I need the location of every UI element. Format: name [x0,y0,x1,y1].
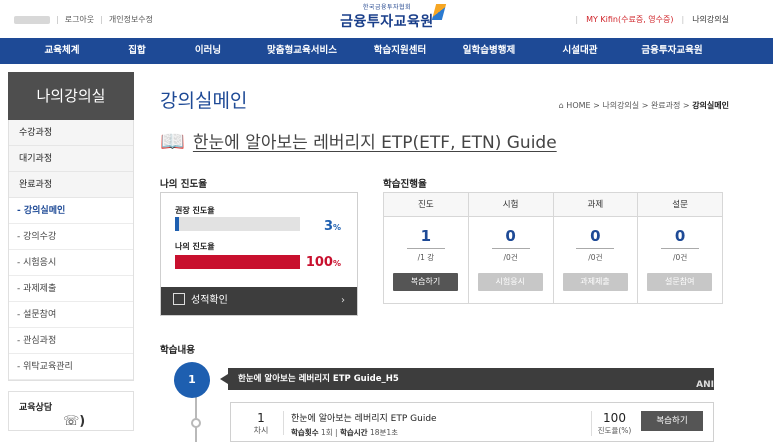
chapter-title-bar[interactable]: 한눈에 알아보는 레버리지 ETP Guide_H5 ANI [220,368,714,390]
consult-label: 교육상담 [19,403,53,413]
status-denominator: /1 강 [417,253,435,262]
grade-check-button[interactable]: 성적확인 › [161,287,357,315]
chapter-title: 한눈에 알아보는 레버리지 ETP Guide_H5 [238,374,399,384]
lesson-info: 한눈에 알아보는 레버리지 ETP Guide 학습횟수 1회 | 학습시간 1… [291,411,437,438]
consult-box[interactable]: 교육상담 ☏) [8,391,134,431]
sidebar-sub-consignment[interactable]: - 위탁교육관리 [9,354,133,380]
ani-badge: ANI [696,380,714,390]
sidebar-sub-survey[interactable]: - 설문참여 [9,302,133,328]
my-lecture-link[interactable]: 나의강의실 [692,14,729,25]
logout-link[interactable]: 로그아웃 [65,14,94,25]
survey-button[interactable]: 설문참여 [647,273,713,291]
lesson-progress: 100 진도율(%) [591,411,637,436]
status-value: 0 [505,227,516,245]
breadcrumb-current: 강의실메인 [692,101,729,110]
nav-item-custom-service[interactable]: 맞춤형교육서비스 [248,38,356,64]
my-progress-value: 100% [305,255,341,270]
status-col-assignment: 과제 0 /0건 과제제출 [553,193,639,303]
sidebar-menu: 수강과정 대기과정 완료과정 - 강의실메인 - 강의수강 - 시험응시 - 과… [8,120,134,381]
learning-status-label: 학습진행율 [383,179,427,190]
status-col-progress: 진도 1 /1 강 복습하기 [384,193,469,303]
sidebar-sub-exam[interactable]: - 시험응시 [9,250,133,276]
phone-icon: ☏) [63,414,86,429]
sidebar-item-enrolled[interactable]: 수강과정 [9,120,133,146]
nav-item-work-study[interactable]: 일학습병행제 [444,38,534,64]
top-utility-bar: | 로그아웃 | 개인정보수정 한국금융투자협회 금융투자교육원 | MY Ki… [0,0,773,38]
main-nav: 교육체계 집합 이러닝 맞춤형교육서비스 학습지원센터 일학습병행제 시설대관 … [0,38,773,64]
page-title: 강의실메인 [160,90,248,112]
sidebar-sub-interest[interactable]: - 관심과정 [9,328,133,354]
status-header: 설문 [638,193,722,217]
site-logo[interactable]: 한국금융투자협회 금융투자교육원 [322,2,452,31]
user-name-redacted [14,15,50,24]
course-title-row: 📖 한눈에 알아보는 레버리지 ETP(ETF, ETN) Guide [160,128,557,154]
sidebar-item-completed[interactable]: 완료과정 [9,172,133,198]
lesson-number: 1 차시 [253,411,269,435]
sidebar-title: 나의강의실 [8,72,134,120]
sidebar-sub-lecture[interactable]: - 강의수강 [9,224,133,250]
progress-box: 권장 진도율 3% 나의 진도율 100% 성적확인 › [160,192,358,316]
timeline-node [191,418,201,428]
review-button[interactable]: 복습하기 [393,273,458,291]
book-icon: 📖 [160,128,185,153]
sidebar: 나의강의실 수강과정 대기과정 완료과정 - 강의실메인 - 강의수강 - 시험… [8,72,134,442]
status-value: 0 [590,227,601,245]
status-header: 진도 [384,193,468,217]
nav-item-learning-support[interactable]: 학습지원센터 [356,38,444,64]
learning-status-table: 진도 1 /1 강 복습하기 시험 0 /0건 시험응시 과제 0 /0건 과제… [383,192,723,304]
nav-item-curriculum[interactable]: 교육체계 [18,38,106,64]
privacy-link[interactable]: 개인정보수정 [109,14,153,25]
status-col-survey: 설문 0 /0건 설문참여 [638,193,722,303]
status-header: 시험 [468,193,553,217]
logo-subtitle: 한국금융투자협회 [362,4,412,11]
breadcrumb-path[interactable]: HOME > 나의강의실 > 완료과정 > [566,101,692,110]
sidebar-sub-assignment[interactable]: - 과제제출 [9,276,133,302]
lesson-review-button[interactable]: 복습하기 [641,411,703,431]
status-denominator: /0건 [588,253,603,262]
my-progress-fill [175,255,300,269]
status-header: 과제 [553,193,638,217]
nav-item-elearning[interactable]: 이러닝 [168,38,248,64]
user-links: | 로그아웃 | 개인정보수정 [14,14,153,25]
assignment-button[interactable]: 과제제출 [562,273,628,291]
lesson-row: 1 차시 한눈에 알아보는 레버리지 ETP Guide 학습횟수 1회 | 학… [230,402,714,442]
mykifin-link[interactable]: MY Kifin(수료증, 영수증) [586,14,673,25]
my-progress-label: 나의 진도율 [160,179,208,190]
recommended-progress-bar [175,217,300,231]
lesson-name[interactable]: 한눈에 알아보는 레버리지 ETP Guide [291,411,437,424]
status-value: 1 [420,227,432,245]
my-progress-bar [175,255,300,269]
status-denominator: /0건 [503,253,518,262]
chapter-number-badge: 1 [174,362,210,398]
sidebar-item-waiting[interactable]: 대기과정 [9,146,133,172]
lesson-meta: 학습횟수 1회 | 학습시간 18분1초 [291,428,399,437]
my-progress-bar-label: 나의 진도율 [175,242,215,251]
document-icon [173,293,185,305]
sidebar-sub-main[interactable]: - 강의실메인 [9,198,133,224]
top-right-links: | MY Kifin(수료증, 영수증) | 나의강의실 [575,14,729,25]
nav-item-institute[interactable]: 금융투자교육원 [626,38,718,64]
nav-item-facility-rental[interactable]: 시설대관 [534,38,626,64]
status-col-exam: 시험 0 /0건 시험응시 [468,193,554,303]
course-title[interactable]: 한눈에 알아보는 레버리지 ETP(ETF, ETN) Guide [193,128,557,153]
learning-content-label: 학습내용 [160,345,195,356]
exam-button[interactable]: 시험응시 [477,273,543,291]
recommended-progress-value: 3% [323,219,341,234]
status-denominator: /0건 [673,253,688,262]
recommended-progress-fill [175,217,179,231]
chevron-right-icon: › [341,295,345,306]
nav-item-group[interactable]: 집합 [106,38,168,64]
recommended-progress-label: 권장 진도율 [175,206,215,215]
breadcrumb: ⌂ HOME > 나의강의실 > 완료과정 > 강의실메인 [559,100,729,111]
status-value: 0 [674,227,686,245]
